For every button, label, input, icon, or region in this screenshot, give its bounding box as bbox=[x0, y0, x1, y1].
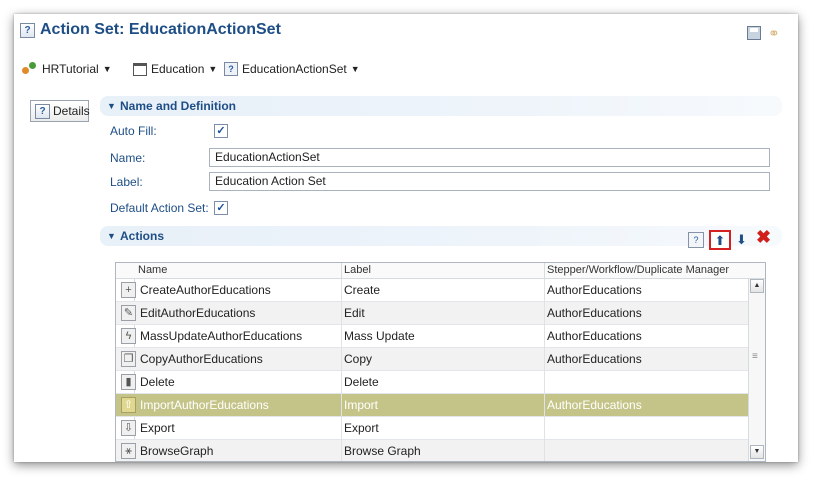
column-header-manager[interactable]: Stepper/Workflow/Duplicate Manager bbox=[547, 264, 729, 276]
app-icon bbox=[22, 62, 38, 76]
add-action-icon[interactable]: ? bbox=[688, 232, 704, 248]
lightning-icon: ϟ bbox=[121, 328, 136, 344]
name-definition-header[interactable]: ▼ Name and Definition bbox=[100, 96, 782, 116]
help-icon: ? bbox=[224, 62, 238, 76]
breadcrumb-entity[interactable]: Education ▼ bbox=[133, 62, 217, 76]
arrow-down-icon[interactable]: ⬇ bbox=[736, 232, 747, 248]
graph-icon: ⚹ bbox=[121, 443, 136, 459]
cell-name: EditAuthorEducations bbox=[140, 306, 256, 320]
chevron-down-icon[interactable]: ▼ bbox=[103, 64, 112, 74]
vertical-scrollbar[interactable]: ▲ ≡ ▼ bbox=[748, 279, 765, 461]
cell-label: Browse Graph bbox=[344, 444, 421, 458]
auto-fill-checkbox[interactable]: ✓ bbox=[214, 124, 228, 138]
help-icon: ? bbox=[20, 23, 35, 38]
page-title: Action Set: EducationActionSet bbox=[40, 21, 281, 38]
table-row[interactable]: ▮ Delete Delete bbox=[116, 371, 748, 394]
title-bar: ? Action Set: EducationActionSet ⚭ bbox=[14, 14, 798, 48]
arrow-up-icon: ⬆ bbox=[714, 233, 726, 248]
breadcrumb-action-set-label: EducationActionSet bbox=[242, 62, 347, 76]
cell-manager: AuthorEducations bbox=[547, 352, 642, 366]
cell-label: Copy bbox=[344, 352, 373, 366]
collapse-triangle-icon[interactable]: ▼ bbox=[107, 226, 116, 246]
chevron-down-icon[interactable]: ▼ bbox=[351, 64, 360, 74]
breadcrumb-app-label: HRTutorial bbox=[42, 62, 99, 76]
column-header-name[interactable]: Name bbox=[138, 264, 167, 276]
breadcrumb-app[interactable]: HRTutorial ▼ bbox=[22, 62, 112, 76]
plus-icon: + bbox=[121, 282, 136, 298]
actions-table: Name Label Stepper/Workflow/Duplicate Ma… bbox=[115, 262, 766, 462]
entity-icon bbox=[133, 62, 147, 76]
tab-details[interactable]: ? Details bbox=[30, 100, 90, 122]
cell-name: Export bbox=[140, 421, 175, 435]
label-field[interactable]: Education Action Set bbox=[209, 172, 770, 191]
table-row[interactable]: ⇩ Export Export bbox=[116, 417, 748, 440]
move-up-button[interactable]: ⬆ bbox=[709, 230, 731, 250]
cell-name: CopyAuthorEducations bbox=[140, 352, 263, 366]
scroll-grip-icon[interactable]: ≡ bbox=[752, 351, 758, 362]
name-definition-title: Name and Definition bbox=[120, 99, 237, 113]
cell-name: Delete bbox=[140, 375, 175, 389]
table-row[interactable]: + CreateAuthorEducations Create AuthorEd… bbox=[116, 279, 748, 302]
table-row[interactable]: ✎ EditAuthorEducations Edit AuthorEducat… bbox=[116, 302, 748, 325]
default-action-set-checkbox[interactable]: ✓ bbox=[214, 201, 228, 215]
cell-name: BrowseGraph bbox=[140, 444, 214, 458]
cell-name: MassUpdateAuthorEducations bbox=[140, 329, 303, 343]
default-action-set-label: Default Action Set: bbox=[110, 201, 209, 215]
name-label: Name: bbox=[110, 151, 146, 165]
auto-fill-label: Auto Fill: bbox=[110, 124, 157, 138]
table-row-selected[interactable]: ⇧ ImportAuthorEducations Import AuthorEd… bbox=[116, 394, 748, 417]
collapse-triangle-icon[interactable]: ▼ bbox=[107, 96, 116, 116]
action-set-window: ? Action Set: EducationActionSet ⚭ HRTut… bbox=[14, 14, 798, 462]
table-header: Name Label Stepper/Workflow/Duplicate Ma… bbox=[116, 263, 765, 279]
table-row[interactable]: ⚹ BrowseGraph Browse Graph bbox=[116, 440, 748, 461]
trash-icon: ▮ bbox=[121, 374, 136, 390]
chevron-down-icon[interactable]: ▼ bbox=[208, 64, 217, 74]
cell-label: Create bbox=[344, 283, 381, 297]
save-icon[interactable] bbox=[747, 26, 761, 40]
scroll-down-icon[interactable]: ▼ bbox=[750, 445, 764, 459]
table-row[interactable]: ϟ MassUpdateAuthorEducations Mass Update… bbox=[116, 325, 748, 348]
actions-title: Actions bbox=[120, 229, 165, 243]
actions-header[interactable]: ▼ Actions bbox=[100, 226, 782, 246]
cell-manager: AuthorEducations bbox=[547, 329, 642, 343]
cell-manager: AuthorEducations bbox=[547, 306, 642, 320]
label-label: Label: bbox=[110, 175, 143, 189]
column-header-label[interactable]: Label bbox=[344, 264, 371, 276]
cell-label: Edit bbox=[344, 306, 365, 320]
pencil-icon: ✎ bbox=[121, 305, 136, 321]
cell-label: Import bbox=[344, 398, 379, 412]
scroll-up-icon[interactable]: ▲ bbox=[750, 279, 764, 293]
cell-label: Export bbox=[344, 421, 379, 435]
copy-icon: ❐ bbox=[121, 351, 136, 367]
table-row[interactable]: ❐ CopyAuthorEducations Copy AuthorEducat… bbox=[116, 348, 748, 371]
cell-manager: AuthorEducations bbox=[547, 398, 642, 412]
upload-icon: ⇧ bbox=[121, 397, 136, 413]
help-icon: ? bbox=[35, 104, 50, 119]
download-icon: ⇩ bbox=[121, 420, 136, 436]
name-field[interactable]: EducationActionSet bbox=[209, 148, 770, 167]
cell-label: Mass Update bbox=[344, 329, 415, 343]
link-icon[interactable]: ⚭ bbox=[768, 25, 780, 42]
cell-label: Delete bbox=[344, 375, 379, 389]
breadcrumb-action-set[interactable]: ? EducationActionSet ▼ bbox=[224, 62, 360, 76]
delete-icon[interactable]: ✖ bbox=[756, 227, 771, 248]
cell-manager: AuthorEducations bbox=[547, 283, 642, 297]
tab-details-label: Details bbox=[53, 104, 90, 118]
breadcrumb-entity-label: Education bbox=[151, 62, 205, 76]
cell-name: ImportAuthorEducations bbox=[140, 398, 269, 412]
cell-name: CreateAuthorEducations bbox=[140, 283, 271, 297]
